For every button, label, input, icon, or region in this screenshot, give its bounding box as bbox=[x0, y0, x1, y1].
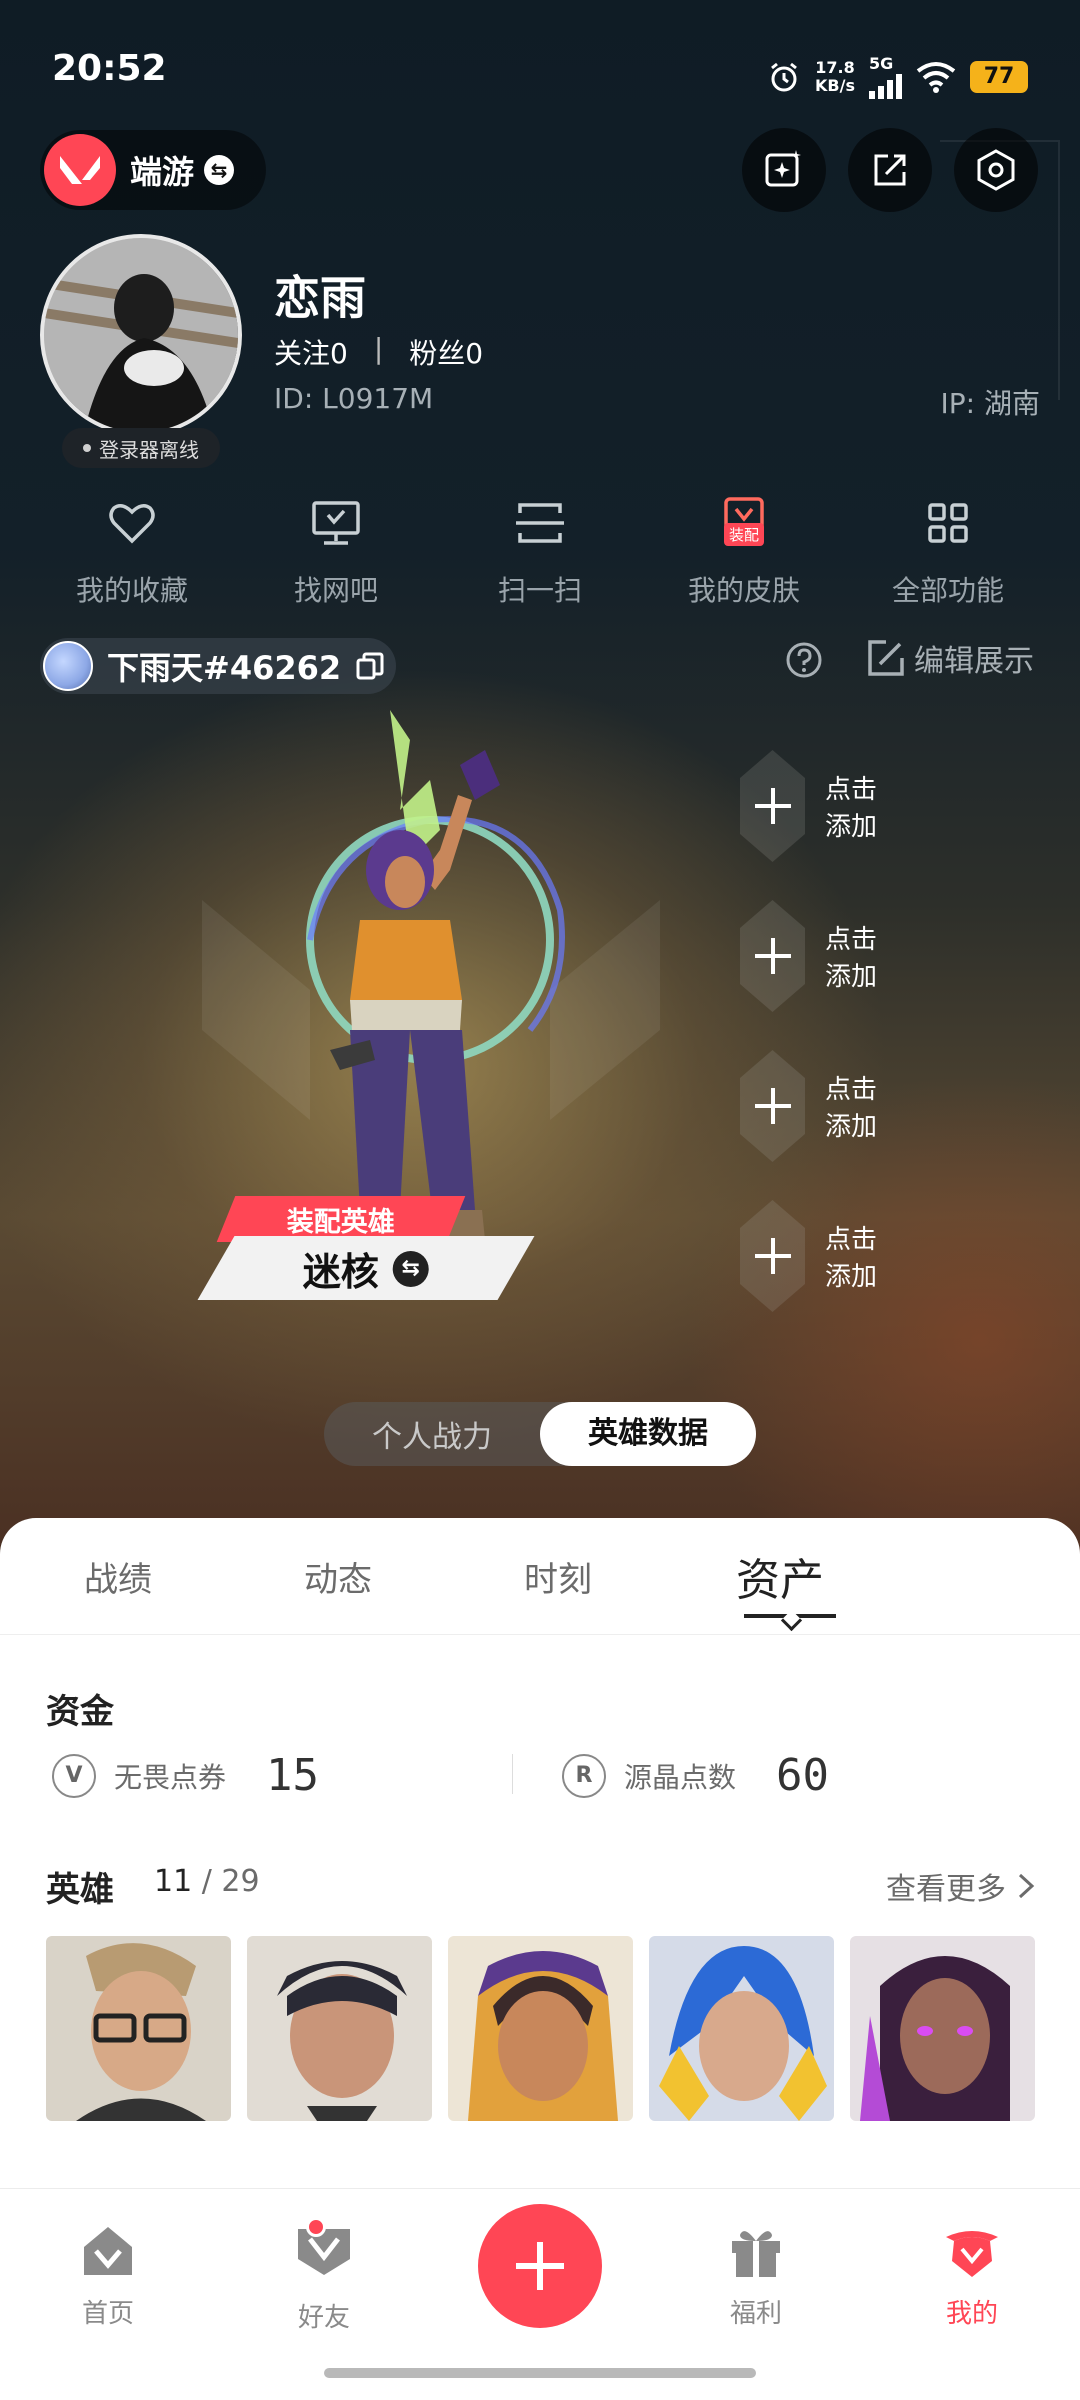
divider bbox=[512, 1754, 513, 1794]
fund-valorant-points: V 无畏点券 15 bbox=[52, 1750, 319, 1801]
func-favorites[interactable]: 我的收藏 bbox=[37, 495, 227, 609]
following-count[interactable]: 关注0 bbox=[274, 332, 348, 372]
cell-signal: 5G bbox=[869, 54, 902, 99]
separator: | bbox=[373, 332, 384, 365]
share-icon bbox=[874, 154, 906, 186]
heroes-title: 英雄 bbox=[46, 1870, 114, 1910]
fund-radianite: R 源晶点数 60 bbox=[562, 1750, 829, 1801]
radianite-icon: R bbox=[562, 1753, 606, 1798]
toggle-hero-data[interactable]: 英雄数据 bbox=[540, 1402, 756, 1466]
edit-icon bbox=[868, 640, 904, 676]
tab-moments[interactable]: 时刻 bbox=[524, 1552, 592, 1601]
hero-count: 11 / 29 bbox=[154, 1864, 260, 1899]
swap-icon: ⇆ bbox=[204, 155, 235, 185]
plus-icon bbox=[740, 1200, 805, 1312]
plus-icon bbox=[740, 750, 805, 862]
monitor-icon bbox=[312, 501, 360, 545]
tab-assets[interactable]: 资产 bbox=[736, 1544, 824, 1608]
nav-home[interactable]: 首页 bbox=[38, 2223, 178, 2330]
stats-toggle: 个人战力 英雄数据 bbox=[324, 1402, 756, 1466]
clock: 20:52 bbox=[52, 48, 167, 89]
app-name: 端游 bbox=[130, 153, 195, 191]
hero-portrait[interactable] bbox=[46, 1936, 231, 2121]
username: 恋雨 bbox=[274, 271, 366, 325]
status-dot bbox=[83, 444, 91, 452]
signal-bars-icon bbox=[869, 73, 902, 99]
create-post-button[interactable] bbox=[478, 2204, 602, 2328]
plus-icon bbox=[740, 1050, 805, 1162]
add-slot[interactable]: 点击添加 bbox=[740, 1200, 890, 1312]
ai-edit-button[interactable] bbox=[742, 128, 826, 212]
gift-icon bbox=[732, 2231, 780, 2277]
add-slot[interactable]: 点击添加 bbox=[740, 750, 890, 862]
add-slot[interactable]: 点击添加 bbox=[740, 900, 890, 1012]
hero-portrait[interactable] bbox=[247, 1936, 432, 2121]
heart-icon bbox=[109, 504, 155, 544]
settings-button[interactable] bbox=[954, 128, 1038, 212]
func-scan[interactable]: 扫一扫 bbox=[445, 495, 635, 609]
plus-icon bbox=[740, 900, 805, 1012]
divider bbox=[0, 1634, 1080, 1635]
wifi-icon bbox=[916, 61, 956, 93]
toggle-personal-power[interactable]: 个人战力 bbox=[324, 1412, 540, 1456]
profile-icon bbox=[946, 2231, 998, 2277]
copy-icon[interactable] bbox=[355, 651, 385, 681]
function-bar: 我的收藏 找网吧 扫一扫 装配 我的皮肤 全部功能 bbox=[0, 495, 1080, 609]
hero-portrait[interactable] bbox=[850, 1936, 1035, 2121]
agent-name: 迷核 bbox=[302, 1249, 379, 1294]
grid-icon bbox=[928, 503, 968, 543]
hero-portrait[interactable] bbox=[649, 1936, 834, 2121]
battery-indicator: 77 bbox=[970, 60, 1028, 93]
status-bar: 20:52 17.8 KB/s 5G 77 bbox=[0, 0, 1080, 140]
nav-friends[interactable]: 好友 bbox=[254, 2217, 394, 2334]
scan-icon bbox=[516, 503, 564, 543]
active-tab-indicator bbox=[744, 1614, 836, 1618]
notification-badge bbox=[306, 2217, 326, 2237]
settings-hexagon-icon bbox=[977, 149, 1015, 191]
func-find-cafe[interactable]: 找网吧 bbox=[241, 495, 431, 609]
riot-id[interactable]: 下雨天#46262 bbox=[40, 638, 396, 694]
swap-icon: ⇆ bbox=[393, 1250, 429, 1286]
player-card-avatar bbox=[43, 641, 93, 691]
net-speed: 17.8 KB/s bbox=[815, 57, 855, 95]
friends-icon bbox=[294, 2217, 354, 2283]
home-indicator[interactable] bbox=[324, 2368, 756, 2378]
fans-count[interactable]: 粉丝0 bbox=[409, 332, 483, 372]
tab-record[interactable]: 战绩 bbox=[84, 1552, 152, 1601]
tab-feed[interactable]: 动态 bbox=[304, 1552, 372, 1601]
hero-portrait[interactable] bbox=[448, 1936, 633, 2121]
plus-icon bbox=[516, 2242, 564, 2290]
share-button[interactable] bbox=[848, 128, 932, 212]
funds-title: 资金 bbox=[46, 1692, 114, 1732]
nav-welfare[interactable]: 福利 bbox=[686, 2223, 826, 2330]
func-my-skins[interactable]: 装配 我的皮肤 bbox=[649, 495, 839, 609]
avatar-image bbox=[44, 238, 238, 432]
tab-bar: 战绩 动态 时刻 资产 bbox=[0, 1518, 1080, 1634]
chevron-right-icon bbox=[1018, 1873, 1035, 1899]
ip-location: IP: 湖南 bbox=[940, 387, 1040, 420]
see-more-link[interactable]: 查看更多 bbox=[886, 1864, 1036, 1908]
riot-id-text: 下雨天#46262 bbox=[107, 649, 342, 687]
valorant-logo-icon bbox=[44, 134, 116, 206]
home-icon bbox=[84, 2227, 132, 2275]
user-id: ID: L0917M bbox=[274, 382, 434, 415]
launcher-status: 登录器离线 bbox=[62, 428, 220, 468]
equip-tag: 装配 bbox=[724, 523, 765, 546]
sparkle-edit-icon bbox=[765, 150, 801, 187]
help-icon[interactable] bbox=[784, 640, 824, 680]
nav-profile[interactable]: 我的 bbox=[902, 2223, 1042, 2330]
app-switcher[interactable]: 端游 ⇆ bbox=[40, 130, 266, 210]
valorant-point-icon: V bbox=[52, 1753, 96, 1798]
hero-portraits bbox=[46, 1936, 1035, 2121]
agent-name-button[interactable]: 迷核 ⇆ bbox=[197, 1236, 535, 1300]
edit-display-button[interactable]: 编辑展示 bbox=[866, 636, 1034, 680]
skin-icon: 装配 bbox=[716, 495, 772, 551]
follow-stats: 关注0 | 粉丝0 bbox=[274, 332, 483, 372]
func-all[interactable]: 全部功能 bbox=[853, 495, 1043, 609]
add-slot[interactable]: 点击添加 bbox=[740, 1050, 890, 1162]
avatar[interactable] bbox=[40, 234, 242, 436]
status-icons: 17.8 KB/s 5G 77 bbox=[767, 54, 1028, 99]
alarm-icon bbox=[771, 62, 797, 91]
